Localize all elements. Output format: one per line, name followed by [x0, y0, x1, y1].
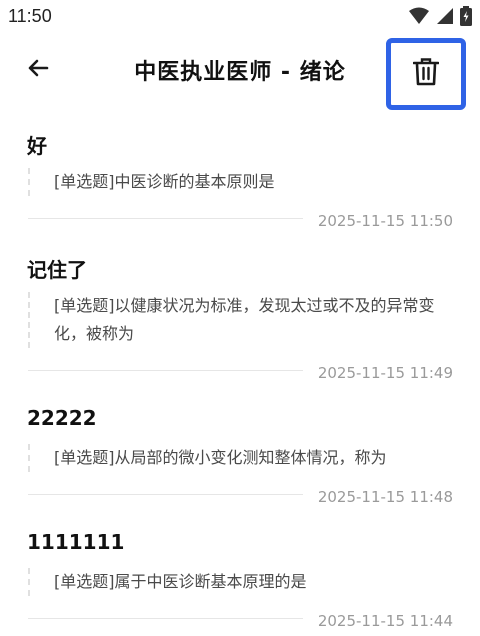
timestamp: 2025-11-15 11:44	[317, 612, 453, 630]
list-item[interactable]: 1111111 [单选题]属于中医诊断基本原理的是 2025-11-15 11:…	[0, 520, 480, 636]
note-title: 1111111	[27, 530, 125, 554]
timestamp: 2025-11-15 11:49	[317, 364, 453, 382]
battery-icon	[460, 6, 472, 30]
question-text: [单选题]中医诊断的基本原则是	[28, 168, 464, 196]
list-item[interactable]: 22222 [单选题]从局部的微小变化测知整体情况，称为 2025-11-15 …	[0, 396, 480, 516]
note-title: 好	[27, 134, 47, 158]
status-icons	[408, 6, 472, 30]
list-item[interactable]: 好 [单选题]中医诊断的基本原则是 2025-11-15 11:50	[0, 120, 480, 240]
list-item[interactable]: 记住了 [单选题]以健康状况为标准，发现太过或不及的异常变化，被称为 2025-…	[0, 244, 480, 394]
timestamp: 2025-11-15 11:50	[317, 212, 453, 230]
note-title: 记住了	[27, 258, 87, 282]
signal-icon	[436, 7, 454, 29]
status-bar: 11:50	[0, 0, 480, 34]
timestamp: 2025-11-15 11:48	[317, 488, 453, 506]
question-text: [单选题]以健康状况为标准，发现太过或不及的异常变化，被称为	[28, 292, 464, 348]
note-title: 22222	[27, 406, 97, 430]
divider	[28, 218, 303, 219]
divider	[28, 618, 303, 619]
app-bar: 中医执业医师 - 绪论	[0, 34, 480, 110]
trash-icon	[412, 58, 440, 90]
divider	[28, 494, 303, 495]
wifi-icon	[408, 7, 430, 29]
status-time: 11:50	[8, 6, 52, 26]
question-text: [单选题]从局部的微小变化测知整体情况，称为	[28, 444, 464, 472]
delete-button[interactable]	[386, 38, 466, 110]
divider	[28, 370, 303, 371]
question-text: [单选题]属于中医诊断基本原理的是	[28, 568, 464, 596]
